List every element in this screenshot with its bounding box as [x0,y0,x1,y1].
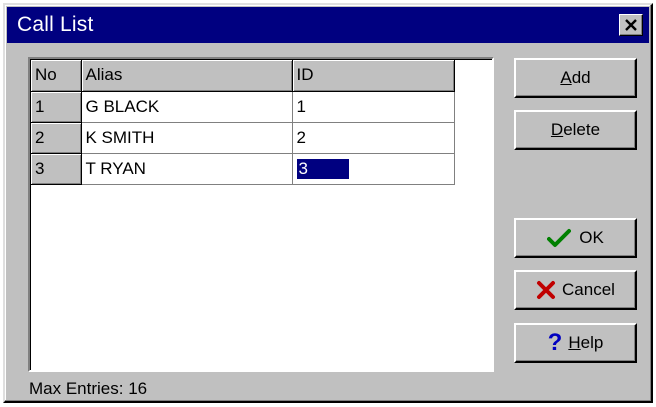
table-row: 1 G BLACK 1 [31,91,455,123]
title-bar[interactable]: Call List [7,7,649,43]
call-list-dialog: Call List No Alias ID 1 G BLACK 1 2 K SM… [3,3,653,403]
table-row: 3 T RYAN 3 [31,153,455,185]
id-cell[interactable]: 1 [292,91,455,123]
call-list-grid[interactable]: No Alias ID 1 G BLACK 1 2 K SMITH 2 3 T … [28,57,494,372]
cancel-button[interactable]: Cancel [514,270,637,310]
close-button[interactable] [619,14,643,36]
alias-cell[interactable]: T RYAN [81,153,293,185]
cancel-label: Cancel [562,280,615,299]
ok-label: OK [579,228,604,247]
x-mark-icon [537,281,556,299]
help-accelerator: H [568,333,581,352]
max-entries-label: Max Entries: 16 [29,379,148,398]
column-header-alias[interactable]: Alias [81,60,293,92]
question-mark-icon: ? [547,329,563,356]
delete-label: elete [563,120,601,139]
window-title: Call List [17,13,94,36]
id-cell-selected[interactable]: 3 [292,153,455,185]
row-number-cell[interactable]: 1 [31,91,82,123]
header-row: No Alias ID [31,60,455,92]
table-row: 2 K SMITH 2 [31,122,455,154]
row-number-cell[interactable]: 2 [31,122,82,154]
delete-accelerator: D [550,120,564,139]
close-icon [625,19,637,31]
add-button[interactable]: Add [514,58,637,98]
delete-button[interactable]: Delete [514,110,637,150]
help-label: elp [580,333,604,352]
checkmark-icon [547,229,572,247]
alias-cell[interactable]: G BLACK [81,91,293,123]
column-header-id[interactable]: ID [292,60,455,92]
add-label: dd [571,68,591,87]
id-cell[interactable]: 2 [292,122,455,154]
ok-button[interactable]: OK [514,218,637,258]
selected-id-value[interactable]: 3 [296,158,349,179]
call-list-table: No Alias ID 1 G BLACK 1 2 K SMITH 2 3 T … [31,60,455,185]
help-button[interactable]: ? Help [514,323,637,363]
column-header-no[interactable]: No [31,60,82,92]
row-number-cell[interactable]: 3 [31,153,82,185]
alias-cell[interactable]: K SMITH [81,122,293,154]
add-accelerator: A [560,68,572,87]
